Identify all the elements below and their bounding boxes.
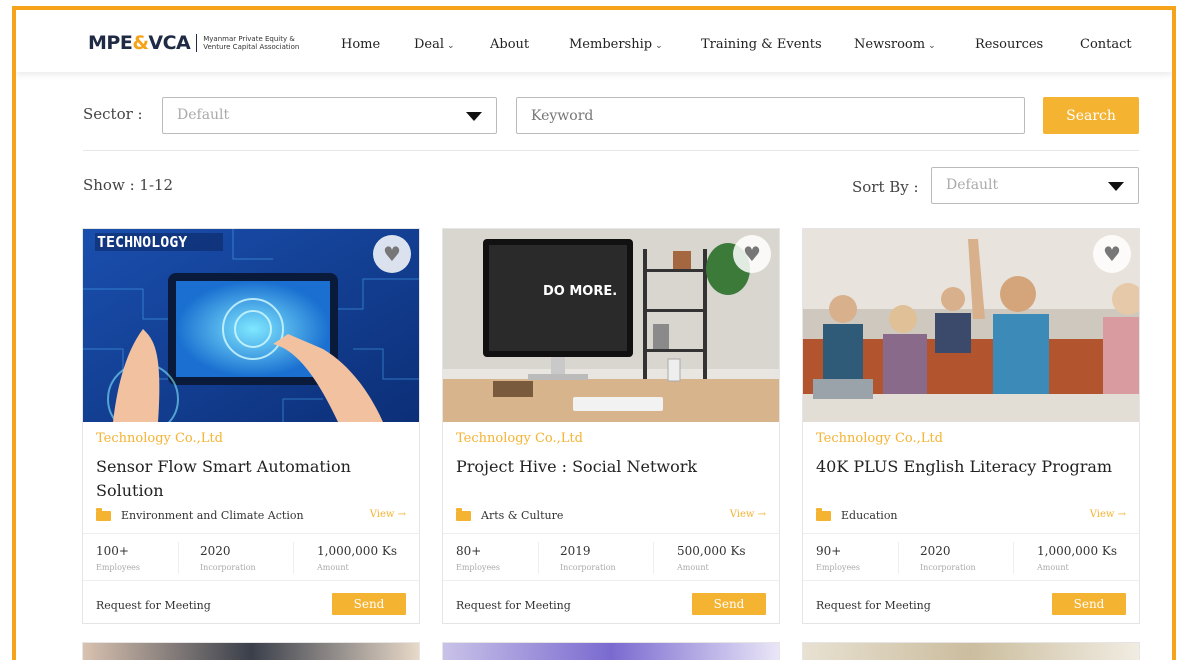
company-name: Technology Co.,Ltd [816, 431, 943, 446]
keyword-input[interactable] [516, 97, 1025, 134]
folder-icon [456, 507, 471, 521]
stat-incorporation: 2019 Incorporation [560, 544, 616, 572]
stat-incorporation: 2020 Incorporation [920, 544, 976, 572]
stat-divider [1013, 542, 1014, 574]
category-label: Arts & Culture [481, 509, 564, 522]
page-frame: MPE&VCA Myanmar Private Equity & Venture… [12, 6, 1176, 660]
favorite-heart-icon[interactable]: ♥ [733, 235, 771, 273]
stat-amount: 1,000,000 Ks Amount [1037, 544, 1118, 572]
nav-item-deal[interactable]: Deal ⌄ [414, 37, 455, 52]
stat-divider [293, 542, 294, 574]
favorite-heart-icon[interactable]: ♥ [1093, 235, 1131, 273]
image-caption-text: DO MORE. [543, 284, 617, 299]
search-filter-bar: Sector : Default Search [16, 94, 1172, 134]
category: Arts & Culture [456, 507, 564, 522]
search-button[interactable]: Search [1043, 97, 1139, 134]
deal-card[interactable]: DO MORE. ♥ Technology Co.,Ltd Project Hi… [442, 228, 780, 624]
stat-divider [898, 542, 899, 574]
results-count: Show : 1-12 [83, 176, 174, 194]
nav-item-resources[interactable]: Resources [975, 37, 1043, 52]
nav-item-newsroom[interactable]: Newsroom ⌄ [854, 37, 936, 52]
send-button[interactable]: Send [332, 593, 406, 615]
view-link[interactable]: View → [1090, 509, 1126, 520]
stat-amount: 500,000 Ks Amount [677, 544, 746, 572]
next-card-image-partial [802, 642, 1140, 660]
deal-card[interactable]: TECHNOLOGY ♥ Technology Co.,Ltd Sensor F… [82, 228, 420, 624]
image-caption-text: TECHNOLOGY [97, 233, 187, 251]
request-meeting-label: Request for Meeting [816, 599, 931, 612]
folder-icon [816, 507, 831, 521]
folder-icon [96, 507, 111, 521]
nav-item-training-events[interactable]: Training & Events [701, 37, 822, 52]
next-card-image-partial [442, 642, 780, 660]
stat-amount: 1,000,000 Ks Amount [317, 544, 398, 572]
main-menu: Home Deal ⌄ About Membership ⌄ Training & … [16, 37, 1172, 57]
sort-label: Sort By : [852, 178, 919, 196]
sector-select[interactable]: Default [162, 97, 497, 134]
sort-select[interactable]: Default [931, 167, 1139, 204]
chevron-down-icon: ⌄ [655, 41, 663, 51]
company-name: Technology Co.,Ltd [456, 431, 583, 446]
chevron-down-icon: ⌄ [447, 41, 455, 51]
category: Environment and Climate Action [96, 507, 304, 522]
deal-stats: 80+ Employees 2019 Incorporation 500,000 K… [443, 533, 779, 581]
caret-down-icon [1108, 182, 1124, 191]
company-name: Technology Co.,Ltd [96, 431, 223, 446]
next-card-image-partial [82, 642, 420, 660]
view-link[interactable]: View → [730, 509, 766, 520]
deal-stats: 90+ Employees 2020 Incorporation 1,000,000… [803, 533, 1139, 581]
request-meeting-label: Request for Meeting [96, 599, 211, 612]
deal-stats: 100+ Employees 2020 Incorporation 1,000,00… [83, 533, 419, 581]
category-label: Education [841, 509, 898, 522]
sector-select-value: Default [177, 107, 230, 123]
deal-title[interactable]: 40K PLUS English Literacy Program [816, 455, 1116, 479]
request-meeting-label: Request for Meeting [456, 599, 571, 612]
send-button[interactable]: Send [692, 593, 766, 615]
stat-employees: 90+ Employees [816, 544, 861, 572]
favorite-heart-icon[interactable]: ♥ [373, 235, 411, 273]
nav-item-about[interactable]: About [490, 37, 529, 52]
category-label: Environment and Climate Action [121, 509, 304, 522]
card-image-desk-computer[interactable]: DO MORE. ♥ [443, 229, 779, 422]
stat-divider [178, 542, 179, 574]
caret-down-icon [466, 112, 482, 121]
stat-employees: 80+ Employees [456, 544, 501, 572]
filter-divider [83, 150, 1139, 151]
deal-title[interactable]: Project Hive : Social Network [456, 455, 756, 479]
send-button[interactable]: Send [1052, 593, 1126, 615]
stat-divider [653, 542, 654, 574]
category: Education [816, 507, 898, 522]
view-link[interactable]: View → [370, 509, 406, 520]
deal-card[interactable]: ♥ Technology Co.,Ltd 40K PLUS English Li… [802, 228, 1140, 624]
sort-select-value: Default [946, 177, 999, 193]
sector-label: Sector : [83, 105, 143, 123]
card-image-students[interactable]: ♥ [803, 229, 1139, 422]
nav-item-contact[interactable]: Contact [1080, 37, 1132, 52]
nav-item-membership[interactable]: Membership ⌄ [569, 37, 663, 52]
nav-item-home[interactable]: Home [341, 37, 380, 52]
stat-employees: 100+ Employees [96, 544, 141, 572]
top-navbar: MPE&VCA Myanmar Private Equity & Venture… [16, 10, 1172, 72]
stat-divider [538, 542, 539, 574]
chevron-down-icon: ⌄ [928, 41, 936, 51]
deal-title[interactable]: Sensor Flow Smart Automation Solution [96, 455, 396, 503]
card-image-technology[interactable]: TECHNOLOGY ♥ [83, 229, 419, 422]
stat-incorporation: 2020 Incorporation [200, 544, 256, 572]
